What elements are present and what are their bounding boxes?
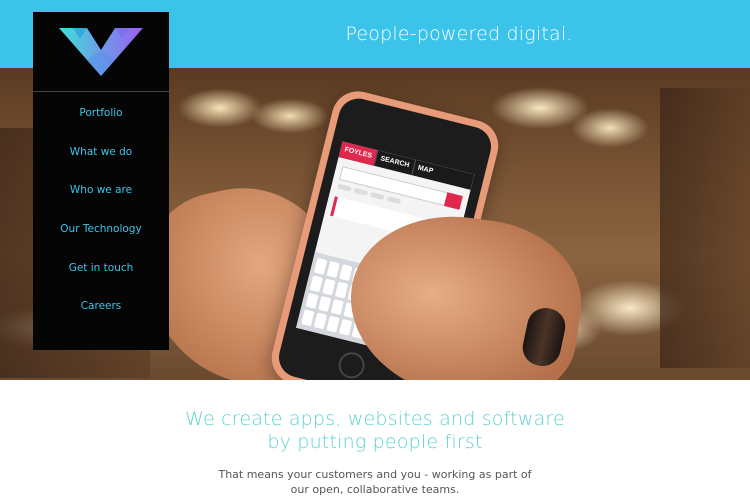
phone-home-button [335,349,368,380]
nav-item-careers[interactable]: Careers [33,287,169,326]
main-nav: Portfolio What we do Who we are Our Tech… [33,94,169,326]
bookshelf-right [660,88,750,368]
app-tab-map: MAP [410,159,439,181]
nav-item-who-we-are[interactable]: Who we are [33,171,169,210]
app-tab-search: SEARCH [373,150,415,175]
intro-section: We create apps, websites and software by… [0,400,750,497]
nav-item-our-technology[interactable]: Our Technology [33,210,169,249]
intro-subtext: That means your customers and you - work… [218,468,532,496]
header-tagline: People-powered digital. [345,23,573,45]
intro-headline: We create apps, websites and software by… [185,408,565,453]
nav-item-what-we-do[interactable]: What we do [33,133,169,172]
nav-item-get-in-touch[interactable]: Get in touch [33,249,169,288]
app-brand: FOYLES [338,141,378,166]
site-logo[interactable] [33,12,169,92]
w-triangle-logo-icon [59,28,143,76]
nav-item-portfolio[interactable]: Portfolio [33,94,169,133]
sidebar-nav: Portfolio What we do Who we are Our Tech… [33,12,169,350]
